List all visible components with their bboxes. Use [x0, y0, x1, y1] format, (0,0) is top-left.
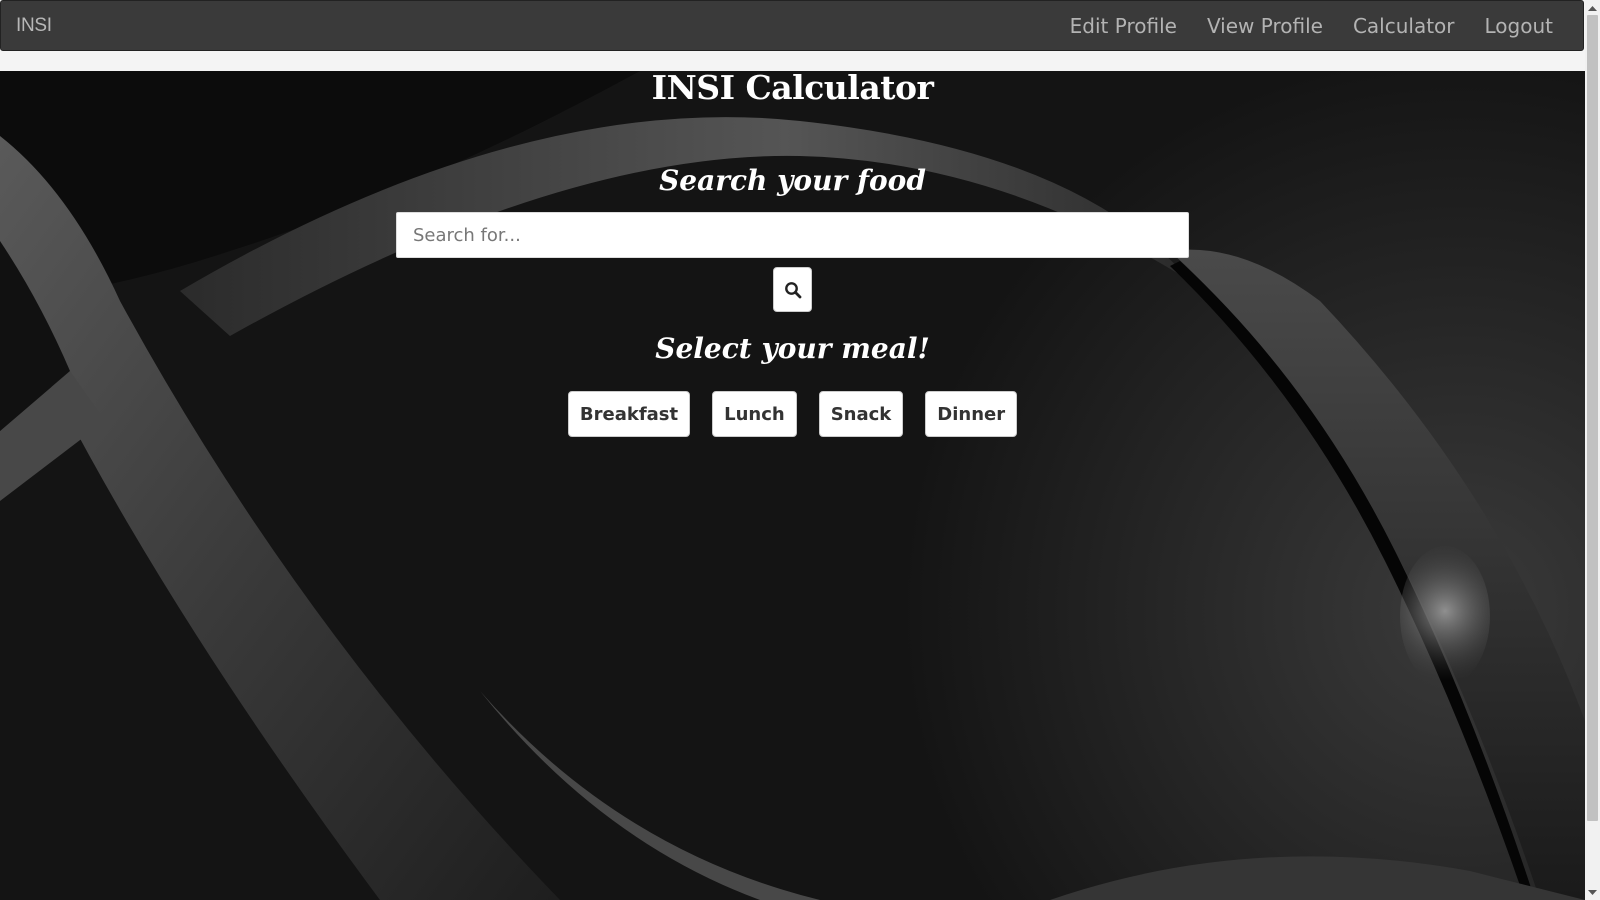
meal-button-group: Breakfast Lunch Snack Dinner: [0, 391, 1585, 437]
snack-button[interactable]: Snack: [818, 391, 904, 437]
page-title: INSI Calculator: [651, 71, 934, 107]
brand-logo[interactable]: INSI: [16, 15, 52, 37]
search-heading: Search your food: [659, 164, 926, 197]
search-input[interactable]: [396, 212, 1189, 258]
calculator-content: INSI Calculator Search your food Select …: [0, 71, 1585, 900]
scroll-down-arrow-icon[interactable]: [1585, 885, 1600, 900]
breakfast-button[interactable]: Breakfast: [567, 391, 691, 437]
nav-link-logout[interactable]: Logout: [1485, 14, 1553, 38]
nav-links: Edit Profile View Profile Calculator Log…: [1070, 14, 1553, 38]
top-navbar: INSI Edit Profile View Profile Calculato…: [0, 0, 1584, 51]
scrollbar-thumb[interactable]: [1587, 15, 1598, 821]
hero-section: INSI Calculator Search your food Select …: [0, 71, 1585, 900]
nav-link-edit-profile[interactable]: Edit Profile: [1070, 14, 1177, 38]
search-icon: [784, 281, 801, 298]
meal-heading: Select your meal!: [655, 332, 930, 365]
dinner-button[interactable]: Dinner: [925, 391, 1018, 437]
nav-link-calculator[interactable]: Calculator: [1353, 14, 1455, 38]
nav-link-view-profile[interactable]: View Profile: [1207, 14, 1323, 38]
vertical-scrollbar[interactable]: [1585, 0, 1600, 900]
scroll-up-arrow-icon[interactable]: [1585, 0, 1600, 15]
lunch-button[interactable]: Lunch: [712, 391, 797, 437]
search-button[interactable]: [773, 267, 812, 312]
